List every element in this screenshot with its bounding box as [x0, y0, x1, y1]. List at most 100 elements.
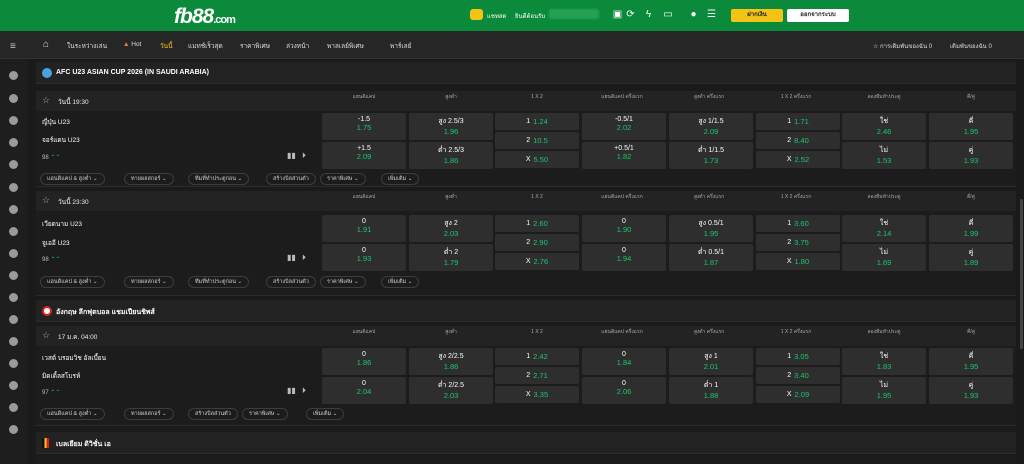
tab-market[interactable]: ราคาพิเศษ ⌄: [320, 276, 366, 288]
tab-market[interactable]: ทีมที่ทำประตูก่อน ⌄: [188, 173, 250, 185]
odds-cell[interactable]: ใช่ 1.83: [842, 348, 926, 375]
odds-cell[interactable]: สูง 1/1.5 2.09: [669, 113, 753, 140]
odds-cell[interactable]: -1.5 1.75: [322, 113, 406, 140]
odds-cell[interactable]: 0 1.94: [582, 244, 666, 271]
tab-market[interactable]: เพิ่มเติม ⌄: [381, 173, 420, 185]
odds-cell[interactable]: X 2.76: [495, 253, 579, 270]
tab-market[interactable]: แฮนดิแคป & สูงต่ำ ⌄: [40, 173, 105, 185]
flash-icon[interactable]: ϟ: [643, 9, 654, 20]
odds-cell[interactable]: ไม่ 1.95: [842, 377, 926, 404]
tab-market[interactable]: ทายผลสกอร์ ⌄: [124, 173, 174, 185]
tab-market[interactable]: ทีมที่ทำประตูก่อน ⌄: [188, 276, 250, 288]
football-icon[interactable]: [9, 337, 18, 346]
odds-cell[interactable]: 0 1.93: [322, 244, 406, 271]
nav-special-odds[interactable]: ราคาพิเศษ: [240, 41, 270, 51]
wallet-icon[interactable]: ▣: [612, 9, 623, 20]
more-sports-icon[interactable]: [9, 425, 18, 434]
league-header[interactable]: AFC U23 ASIAN CUP 2026 (IN SAUDI ARABIA): [36, 62, 1016, 84]
hamburger-icon[interactable]: ≡: [10, 41, 16, 52]
soccer-icon[interactable]: [9, 71, 18, 80]
odds-cell[interactable]: 2 3.40: [756, 367, 840, 384]
odds-cell[interactable]: ไม่ 1.53: [842, 142, 926, 169]
my-open-bets[interactable]: ☆ การเดิมพันของฉัน 0: [873, 41, 932, 51]
badminton-icon[interactable]: [9, 116, 18, 125]
basketball-icon[interactable]: [9, 94, 18, 103]
stats-icon[interactable]: ▮▮: [287, 386, 296, 395]
odds-cell[interactable]: 2 8.40: [756, 132, 840, 149]
odds-cell[interactable]: 2 2.71: [495, 367, 579, 384]
league-header[interactable]: เบลเยียม ดิวิชั่น เอ: [36, 432, 1016, 454]
odds-cell[interactable]: X 2.09: [756, 386, 840, 403]
tab-market[interactable]: ทายผลสกอร์ ⌄: [124, 408, 174, 420]
odds-cell[interactable]: ต่ำ 2/2.5 2.03: [409, 377, 493, 404]
odds-cell[interactable]: 0 2.04: [322, 377, 406, 404]
my-bets[interactable]: เดิมพันของฉัน 0: [950, 41, 992, 51]
nav-special-parlay[interactable]: พาลเลย์พิเศษ: [327, 41, 364, 51]
fb88-logo[interactable]: fb88.com: [174, 5, 236, 29]
odds-cell[interactable]: ต่ำ 1 1.88: [669, 377, 753, 404]
play-icon[interactable]: ⏵: [302, 253, 306, 263]
tab-market[interactable]: เพิ่มเติม ⌄: [381, 276, 420, 288]
odds-cell[interactable]: ต่ำ 2 1.79: [409, 244, 493, 271]
odds-cell[interactable]: 0 1.84: [582, 348, 666, 375]
market-count[interactable]: 97 ⌃⌃: [42, 389, 60, 396]
odds-cell[interactable]: ต่ำ 0.5/1 1.87: [669, 244, 753, 271]
odds-cell[interactable]: ต่ำ 1/1.5 1.73: [669, 142, 753, 169]
odds-cell[interactable]: ใช่ 2.46: [842, 113, 926, 140]
esports-icon[interactable]: [9, 183, 18, 192]
chat-icon[interactable]: [470, 9, 483, 20]
tab-market[interactable]: สร้างบิลส่วนตัว: [266, 276, 316, 288]
odds-cell[interactable]: คี่ 1.95: [929, 113, 1013, 140]
odds-cell[interactable]: 2 3.75: [756, 234, 840, 251]
odds-cell[interactable]: 0 2.06: [582, 377, 666, 404]
play-icon[interactable]: ⏵: [302, 386, 306, 396]
odds-cell[interactable]: X 1.80: [756, 253, 840, 270]
tab-market[interactable]: ทายผลสกอร์ ⌄: [124, 276, 174, 288]
odds-cell[interactable]: สูง 2.5/3 1.96: [409, 113, 493, 140]
tab-market[interactable]: แฮนดิแคป & สูงต่ำ ⌄: [40, 408, 105, 420]
stats-icon[interactable]: ▮▮: [287, 151, 296, 160]
nav-today[interactable]: วันนี้: [160, 41, 173, 51]
odds-cell[interactable]: สูง 1 2.01: [669, 348, 753, 375]
odds-cell[interactable]: คู่ 1.93: [929, 377, 1013, 404]
odds-cell[interactable]: 0 1.86: [322, 348, 406, 375]
odds-cell[interactable]: คี่ 1.95: [929, 348, 1013, 375]
golf-icon[interactable]: [9, 315, 18, 324]
odds-cell[interactable]: +1.5 2.09: [322, 142, 406, 169]
odds-cell[interactable]: X 5.50: [495, 151, 579, 168]
odds-cell[interactable]: 1 3.60: [756, 215, 840, 232]
star-icon[interactable]: ☆: [42, 95, 50, 106]
market-count[interactable]: 98 ⌃⌃: [42, 154, 60, 161]
nav-early[interactable]: ล่วงหน้า: [286, 41, 309, 51]
hockey-icon[interactable]: [9, 227, 18, 236]
odds-cell[interactable]: X 3.35: [495, 386, 579, 403]
tab-market[interactable]: ราคาพิเศษ ⌄: [320, 173, 366, 185]
stats-icon[interactable]: ▮▮: [287, 253, 296, 262]
odds-cell[interactable]: คู่ 1.93: [929, 142, 1013, 169]
promo-icon[interactable]: ▭: [660, 9, 676, 20]
odds-cell[interactable]: 1 2.42: [495, 348, 579, 365]
star-icon[interactable]: ☆: [42, 330, 50, 341]
tab-market[interactable]: แฮนดิแคป & สูงต่ำ ⌄: [40, 276, 105, 288]
odds-cell[interactable]: X 2.52: [756, 151, 840, 168]
darts-icon[interactable]: [9, 381, 18, 390]
tab-market[interactable]: สร้างบิลส่วนตัว: [266, 173, 316, 185]
odds-cell[interactable]: 0 1.91: [322, 215, 406, 242]
tab-market[interactable]: สร้างบิลส่วนตัว: [188, 408, 238, 420]
deposit-button[interactable]: ฝากเงิน: [731, 9, 783, 22]
tab-market[interactable]: ราคาพิเศษ ⌄: [242, 408, 288, 420]
play-icon[interactable]: ⏵: [302, 151, 306, 161]
trophy-icon[interactable]: [9, 293, 18, 302]
odds-cell[interactable]: ต่ำ 2.5/3 1.86: [409, 142, 493, 169]
odds-cell[interactable]: +0.5/1 1.82: [582, 142, 666, 169]
baseball-icon[interactable]: [9, 160, 18, 169]
odds-cell[interactable]: คู่ 1.89: [929, 244, 1013, 271]
odds-cell[interactable]: 1 1.71: [756, 113, 840, 130]
odds-cell[interactable]: -0.5/1 2.02: [582, 113, 666, 140]
tennis-icon[interactable]: [9, 138, 18, 147]
odds-cell[interactable]: สูง 0.5/1 1.95: [669, 215, 753, 242]
snooker-icon[interactable]: [9, 359, 18, 368]
tab-market[interactable]: เพิ่มเติม ⌄: [306, 408, 345, 420]
odds-cell[interactable]: 1 1.24: [495, 113, 579, 130]
odds-cell[interactable]: 0 1.90: [582, 215, 666, 242]
